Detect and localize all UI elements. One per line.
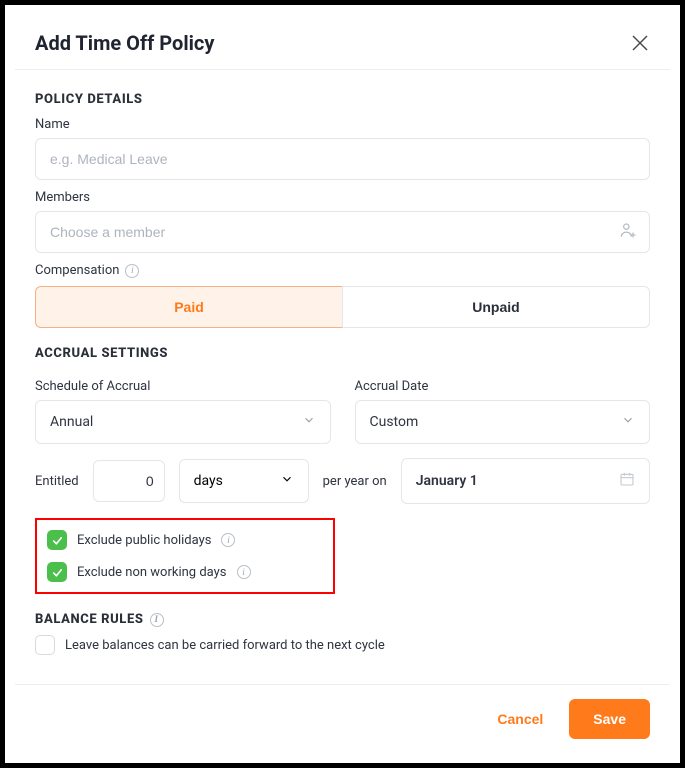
close-icon [630,33,650,53]
accrual-date-picker[interactable]: January 1 [401,458,650,504]
compensation-label: Compensation i [35,263,650,278]
exclude-nonworking-checkbox[interactable] [47,562,67,582]
info-icon[interactable]: i [150,613,164,627]
name-label: Name [35,117,650,132]
modal-title: Add Time Off Policy [35,31,214,55]
modal-footer: Cancel Save [15,684,670,753]
schedule-select[interactable]: Annual [35,400,331,444]
calendar-icon [619,471,635,491]
schedule-label: Schedule of Accrual [35,379,331,394]
exclude-holidays-checkbox[interactable] [47,530,67,550]
cancel-button[interactable]: Cancel [479,699,561,739]
compensation-paid-button[interactable]: Paid [35,286,342,328]
info-icon[interactable]: i [237,565,251,579]
policy-name-input[interactable] [35,138,650,180]
exclude-nonworking-label: Exclude non working days [77,565,227,580]
unit-select[interactable]: days [179,459,309,503]
accrual-date-mode-select[interactable]: Custom [355,400,651,444]
close-button[interactable] [630,33,650,53]
modal-body: POLICY DETAILS Name Members Compensation… [15,70,670,684]
section-accrual-settings: ACCRUAL SETTINGS [35,346,650,361]
exclude-holidays-row: Exclude public holidays i [47,530,321,550]
balance-rules-title-text: BALANCE RULES [35,612,144,627]
accrual-date-mode-value: Custom [370,414,419,430]
save-button[interactable]: Save [569,699,650,739]
carry-forward-checkbox[interactable] [35,635,55,655]
section-balance-rules: BALANCE RULES i [35,612,650,627]
entitled-label: Entitled [35,474,79,489]
unit-value: days [194,473,223,489]
schedule-value: Annual [50,414,93,430]
accrual-date-value: January 1 [416,473,478,489]
modal-add-time-off-policy: Add Time Off Policy POLICY DETAILS Name … [15,15,670,753]
carry-forward-label: Leave balances can be carried forward to… [65,638,385,653]
chevron-down-icon [621,413,635,431]
chevron-down-icon [280,472,294,490]
exclusion-options-highlight: Exclude public holidays i Exclude non wo… [35,518,335,594]
chevron-down-icon [302,413,316,431]
info-icon[interactable]: i [125,264,139,278]
exclude-holidays-label: Exclude public holidays [77,533,211,548]
compensation-unpaid-button[interactable]: Unpaid [342,286,650,328]
members-label: Members [35,190,650,205]
accrual-date-label: Accrual Date [355,379,651,394]
add-user-icon [618,220,638,244]
section-policy-details: POLICY DETAILS [35,92,650,107]
exclude-nonworking-row: Exclude non working days i [47,562,321,582]
members-input[interactable] [35,211,650,253]
per-year-label: per year on [323,474,387,489]
carry-forward-row: Leave balances can be carried forward to… [35,635,650,655]
modal-header: Add Time Off Policy [15,15,670,70]
check-icon [51,534,64,547]
entitled-input[interactable] [93,460,165,502]
compensation-toggle: Paid Unpaid [35,286,650,328]
check-icon [51,566,64,579]
compensation-label-text: Compensation [35,263,119,278]
info-icon[interactable]: i [221,533,235,547]
